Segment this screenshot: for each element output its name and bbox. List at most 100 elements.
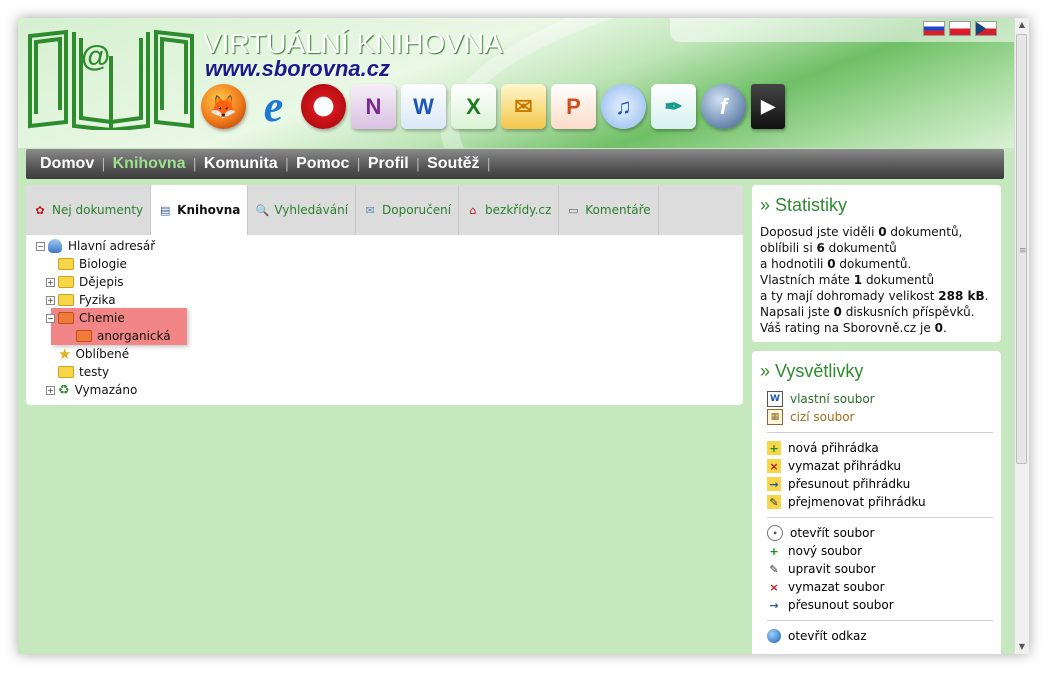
nav-separator: | xyxy=(356,156,361,172)
scroll-down-arrow-icon[interactable]: ▼ xyxy=(1015,640,1029,654)
quill-icon[interactable]: ✒ xyxy=(651,84,696,129)
polish-flag-icon[interactable] xyxy=(949,21,971,36)
tab-label: Doporučení xyxy=(382,203,452,217)
outlook-icon[interactable]: ✉ xyxy=(501,84,546,129)
word-icon[interactable]: W xyxy=(401,84,446,129)
legend-move-folder: → přesunout přihrádku xyxy=(767,475,1001,493)
folder-icon xyxy=(58,276,74,288)
expand-icon[interactable]: + xyxy=(46,385,55,395)
legend-rename-folder: ✎ přejmenovat přihrádku xyxy=(767,493,1001,511)
globe-icon xyxy=(767,629,781,643)
nav-soutez[interactable]: Soutěž xyxy=(427,155,479,173)
avi-video-icon[interactable]: ▶ xyxy=(751,84,785,129)
legend-new-file: + nový soubor xyxy=(767,542,1001,560)
comments-icon: ▭ xyxy=(568,203,579,217)
tree-node-testy[interactable]: testy xyxy=(58,363,109,381)
collapse-icon[interactable]: − xyxy=(36,241,45,251)
star-icon: ★ xyxy=(58,345,72,363)
award-icon: ✿ xyxy=(35,203,45,217)
tab-doporuceni[interactable]: ✉ Doporučení xyxy=(356,185,460,235)
tree-node-oblibene[interactable]: ★ Oblíbené xyxy=(58,345,129,363)
nav-separator: | xyxy=(284,156,290,172)
open-file-icon: • xyxy=(767,525,783,541)
delete-folder-icon: × xyxy=(767,459,781,473)
vertical-scrollbar[interactable]: ▲ ≡ ▼ xyxy=(1014,18,1029,654)
statistics-box: » Statistiky Doposud jste viděli 0 dokum… xyxy=(752,185,1001,342)
nav-pomoc[interactable]: Pomoc xyxy=(296,155,349,173)
folder-icon xyxy=(58,294,74,306)
tree-node-vymazano[interactable]: + ♻ Vymazáno xyxy=(46,381,137,399)
stats-line-rated: a hodnotili 0 dokumentů. xyxy=(760,257,912,271)
tree-node-label: Biologie xyxy=(79,257,127,271)
tree-node-anorganicka[interactable]: anorganická xyxy=(76,327,171,345)
site-logo[interactable]: @ xyxy=(26,26,196,133)
legend-own-file: W vlastní soubor xyxy=(767,390,1001,408)
excel-icon[interactable]: X xyxy=(451,84,496,129)
rename-folder-icon: ✎ xyxy=(767,495,781,509)
legend-delete-file: × vymazat soubor xyxy=(767,578,1001,596)
legend-title: » Vysvětlivky xyxy=(760,361,864,381)
czech-flag-icon[interactable] xyxy=(975,21,997,36)
legend-label: otevřít soubor xyxy=(790,526,875,540)
legend-label: vymazat přihrádku xyxy=(788,459,901,473)
tab-nej-dokumenty[interactable]: ✿ Nej dokumenty xyxy=(26,185,152,235)
itunes-icon[interactable]: ♫ xyxy=(601,84,646,129)
tab-bezkridy[interactable]: ⌂ bezkřídy.cz xyxy=(459,185,560,235)
legend-open-file: • otevřít soubor xyxy=(767,524,1001,542)
edit-file-icon: ✎ xyxy=(769,562,779,576)
legend-foreign-file: ▦ cizí soubor xyxy=(767,408,1001,426)
user-icon xyxy=(48,239,62,253)
application-icons: 🦊 e O N W X ✉ P ♫ ✒ f ▶ xyxy=(201,82,785,131)
recycle-bin-icon: ♻ xyxy=(58,382,70,398)
firefox-icon[interactable]: 🦊 xyxy=(201,84,246,129)
onenote-icon[interactable]: N xyxy=(351,84,396,129)
tree-node-biologie[interactable]: Biologie xyxy=(58,255,127,273)
tab-label: Komentáře xyxy=(585,203,651,217)
site-url[interactable]: www.sborovna.cz xyxy=(205,56,390,82)
tree-node-fyzika[interactable]: + Fyzika xyxy=(46,291,116,309)
folder-open-icon xyxy=(58,312,74,324)
tree-node-chemie[interactable]: − Chemie xyxy=(46,309,125,327)
site-header: @ VIRTUÁLNÍ KNIHOVNA www.sborovna.cz 🦊 e… xyxy=(18,18,1015,148)
nav-separator: | xyxy=(415,156,421,172)
library-tabs: ✿ Nej dokumenty ▤ Knihovna 🔍 Vyhledávání… xyxy=(26,185,743,235)
scrollbar-thumb[interactable]: ≡ xyxy=(1016,34,1027,464)
collapse-icon[interactable]: − xyxy=(46,313,55,323)
language-flags xyxy=(923,21,997,36)
tab-label: Knihovna xyxy=(177,203,241,217)
tree-node-dejepis[interactable]: + Dějepis xyxy=(46,273,124,291)
stats-line-own: Vlastních máte 1 dokumentů xyxy=(760,273,935,287)
internet-explorer-icon[interactable]: e xyxy=(251,82,296,131)
nav-profil[interactable]: Profil xyxy=(368,155,409,173)
opera-icon[interactable]: O xyxy=(301,84,346,129)
word-file-icon: W xyxy=(767,391,783,407)
nav-domov[interactable]: Domov xyxy=(40,155,94,173)
nav-knihovna[interactable]: Knihovna xyxy=(113,155,186,173)
tab-komentare[interactable]: ▭ Komentáře xyxy=(559,185,659,235)
legend-label: nová přihrádka xyxy=(788,441,879,455)
scroll-up-arrow-icon[interactable]: ▲ xyxy=(1015,18,1029,32)
add-folder-icon: + xyxy=(767,441,781,455)
tree-node-label: Oblíbené xyxy=(75,347,130,361)
tab-knihovna[interactable]: ▤ Knihovna xyxy=(151,185,249,235)
nav-separator: | xyxy=(486,156,491,172)
legend-edit-file: ✎ upravit soubor xyxy=(767,560,1001,578)
expand-icon[interactable]: + xyxy=(46,295,55,305)
folder-icon xyxy=(76,330,92,342)
legend-delete-folder: × vymazat přihrádku xyxy=(767,457,1001,475)
tree-node-root[interactable]: − Hlavní adresář xyxy=(36,237,155,255)
stats-line-posts: Napsali jste 0 diskusních příspěvků. xyxy=(760,305,975,319)
expand-icon[interactable]: + xyxy=(46,277,55,287)
slovak-flag-icon[interactable] xyxy=(923,21,945,36)
library-panel: ✿ Nej dokumenty ▤ Knihovna 🔍 Vyhledávání… xyxy=(26,185,743,405)
nav-separator: | xyxy=(192,156,197,172)
tab-vyhledavani[interactable]: 🔍 Vyhledávání xyxy=(248,185,357,235)
statistics-text: Doposud jste viděli 0 dokumentů, oblíbil… xyxy=(760,224,1001,336)
legend-label: upravit soubor xyxy=(788,562,876,576)
nav-komunita[interactable]: Komunita xyxy=(204,155,278,173)
tab-label: bezkřídy.cz xyxy=(485,203,552,217)
stats-line-favorited: oblíbili si 6 dokumentů xyxy=(760,241,897,255)
flash-icon[interactable]: f xyxy=(701,84,746,129)
legend-open-link: otevřít odkaz xyxy=(767,627,1001,645)
powerpoint-icon[interactable]: P xyxy=(551,84,596,129)
